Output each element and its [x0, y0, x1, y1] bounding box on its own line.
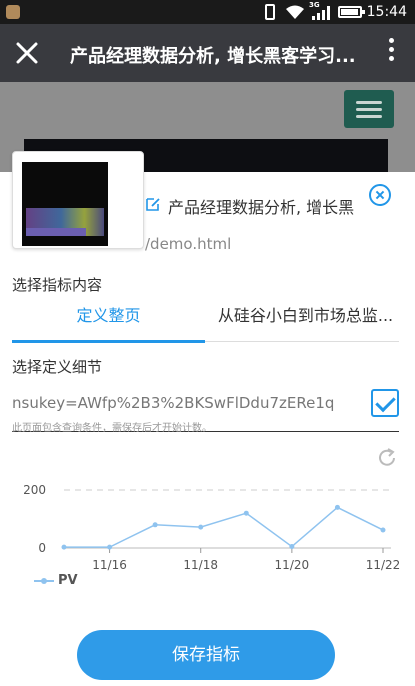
- data-point[interactable]: [61, 544, 67, 550]
- legend-swatch: [34, 577, 54, 584]
- hamburger-menu-button[interactable]: [344, 90, 394, 128]
- data-point[interactable]: [198, 524, 204, 530]
- page-title-bar-text: 产品经理数据分析, 增长黑客学习...: [70, 46, 356, 67]
- series-line-pv: [64, 506, 384, 548]
- chart-legend: PV: [34, 573, 78, 588]
- checkbox-icon[interactable]: [371, 389, 399, 417]
- save-metric-button[interactable]: 保存指标: [77, 630, 335, 680]
- metric-section-label: 选择指标内容: [12, 276, 103, 294]
- data-point[interactable]: [243, 510, 249, 516]
- detail-section-label: 选择定义细节: [12, 358, 103, 376]
- rule-field[interactable]: nsukey=AWfp%2B3%2BKSwFlDdu7zERe1q 此页面包含查…: [12, 385, 399, 434]
- wifi-icon: [286, 5, 304, 19]
- tab-whole-page[interactable]: 定义整页: [12, 296, 205, 343]
- battery-icon: [338, 6, 365, 18]
- page-thumbnail: [12, 151, 144, 249]
- more-options-icon[interactable]: [387, 38, 395, 66]
- status-bar: 3G 15:44: [0, 0, 415, 24]
- x-tick-label: 11/22: [366, 558, 401, 572]
- tab-custom-page[interactable]: 从硅谷小白到市场总监...: [212, 296, 399, 342]
- y-tick-label: 0: [38, 541, 46, 555]
- data-point[interactable]: [289, 544, 295, 550]
- status-time: 15:44: [366, 4, 407, 20]
- data-point[interactable]: [107, 544, 113, 550]
- y-tick-label: 200: [23, 483, 46, 497]
- clear-icon[interactable]: [369, 184, 391, 206]
- pv-chart-svg: 0 200 11/16 11/18 11/20 11/22: [23, 483, 401, 572]
- metric-tabs: 定义整页 从硅谷小白到市场总监...: [12, 296, 399, 343]
- signal-icon: [312, 6, 330, 20]
- page-name[interactable]: 产品经理数据分析, 增长黑: [168, 194, 358, 218]
- refresh-icon[interactable]: [376, 447, 398, 469]
- pv-chart: 0 200 11/16 11/18 11/20 11/22: [0, 472, 415, 612]
- x-tick-label: 11/20: [275, 558, 310, 572]
- vibrate-icon: [265, 4, 275, 20]
- x-tick-label: 11/16: [92, 558, 127, 572]
- app-notification-icon: [6, 5, 20, 19]
- close-icon[interactable]: [14, 40, 40, 66]
- page-url: /demo.html: [145, 235, 232, 253]
- title-bar: 产品经理数据分析, 增长黑客学习...: [0, 24, 415, 82]
- data-point[interactable]: [380, 527, 386, 533]
- rule-hint: 此页面包含查询条件，需保存后才开始计数。: [12, 423, 212, 434]
- x-tick-label: 11/18: [183, 558, 218, 572]
- rule-value: nsukey=AWfp%2B3%2BKSwFlDdu7zERe1q: [12, 394, 335, 412]
- thumbnail-screenshot: [22, 162, 108, 246]
- edit-icon[interactable]: [145, 196, 161, 212]
- legend-label: PV: [58, 573, 78, 588]
- data-point[interactable]: [334, 504, 340, 510]
- data-point[interactable]: [152, 522, 158, 528]
